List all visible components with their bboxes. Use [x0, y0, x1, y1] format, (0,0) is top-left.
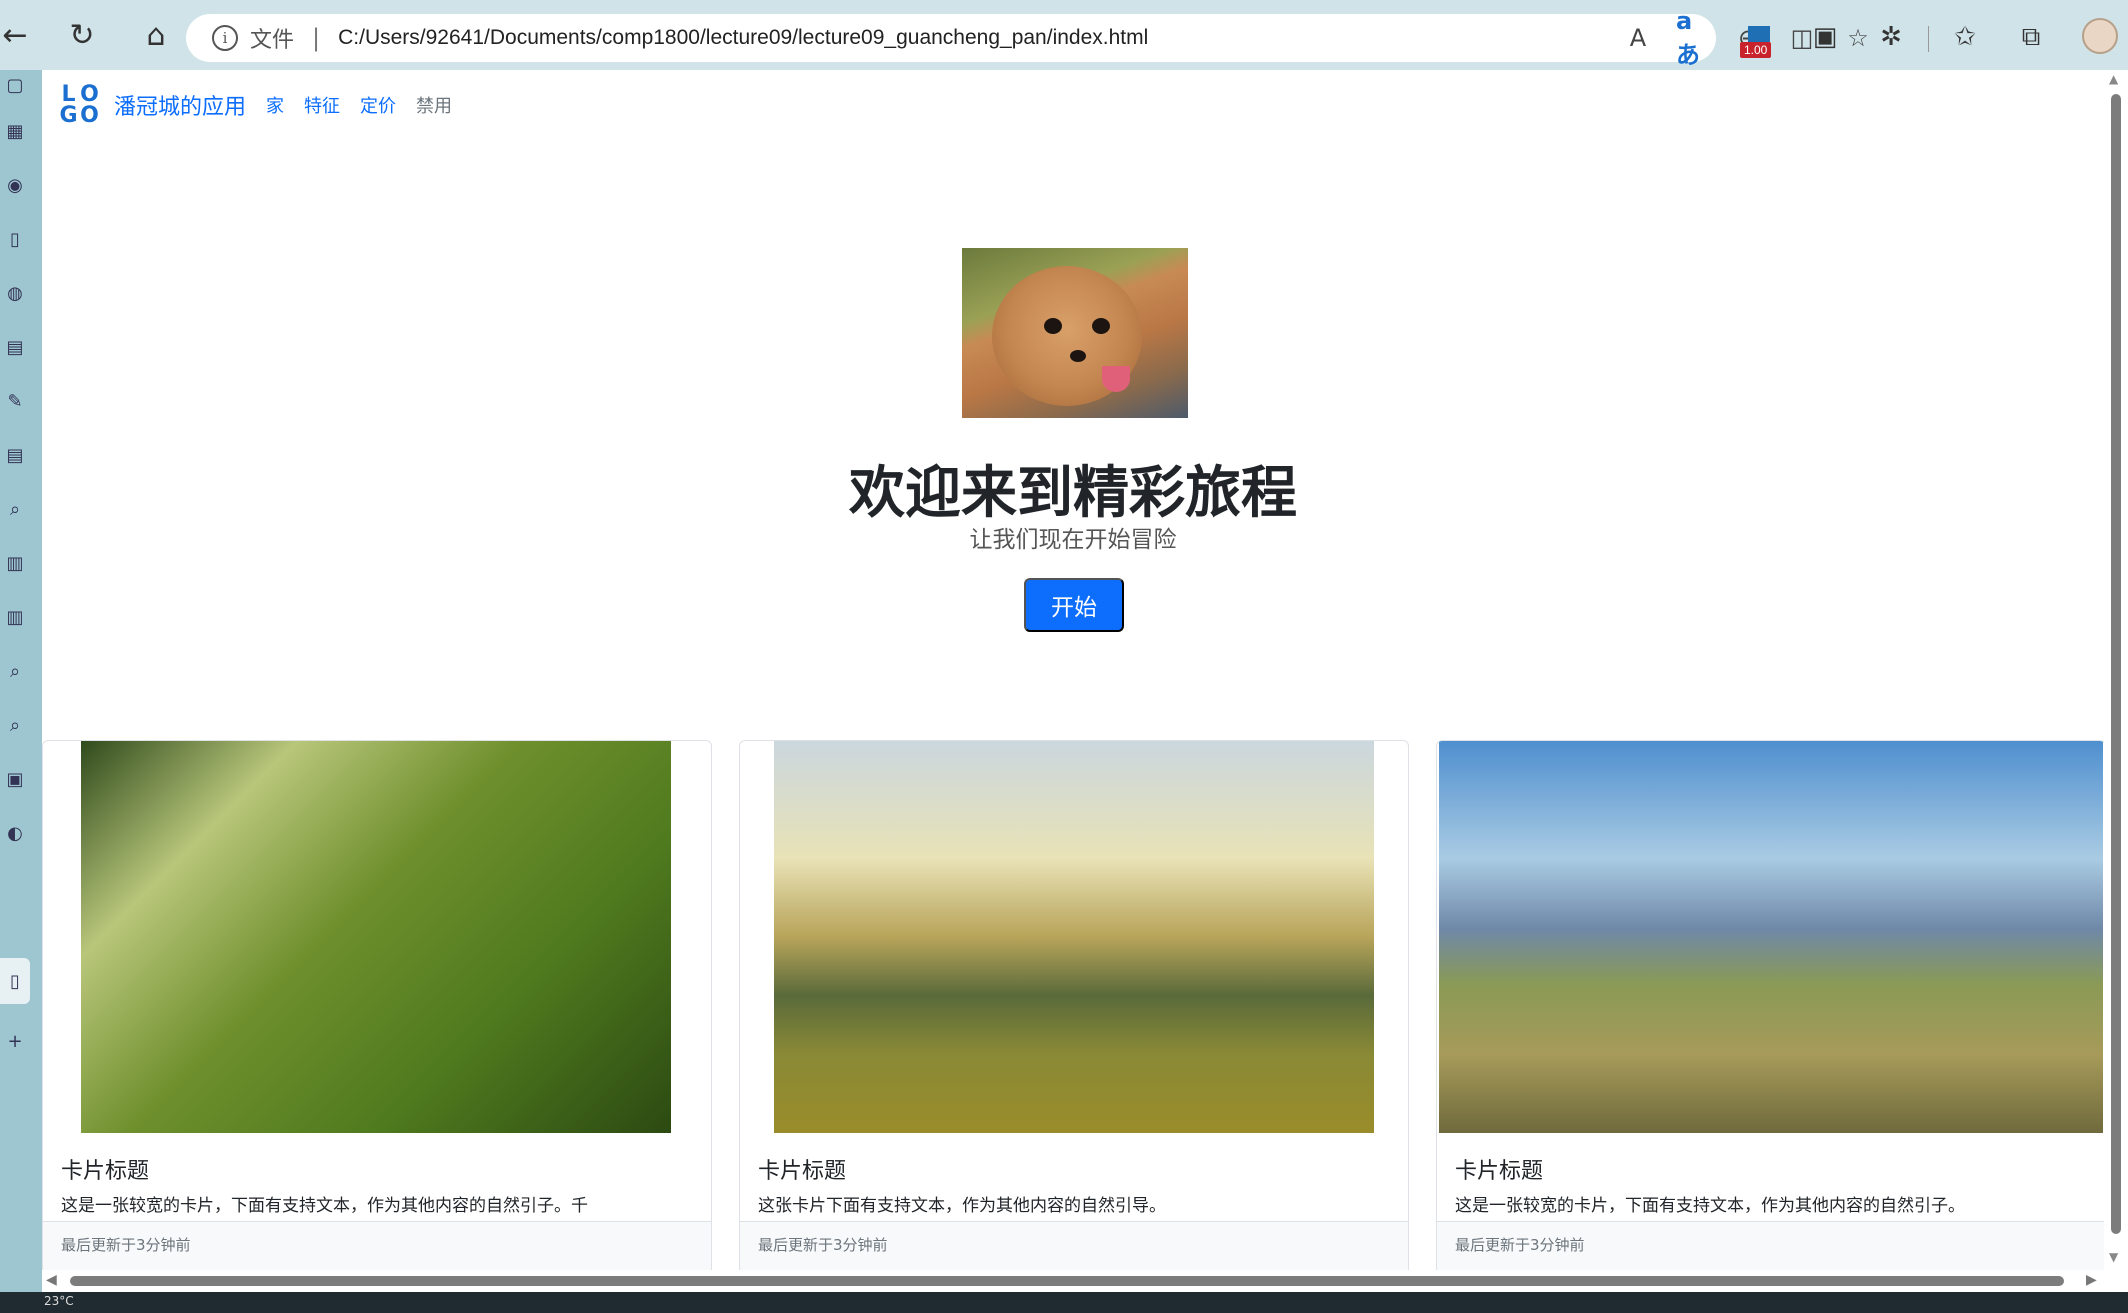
sidebar-chrome-icon[interactable]: ◉ — [0, 170, 30, 200]
sidebar-book-icon-2[interactable]: ▥ — [0, 602, 30, 632]
sidebar-page-icon[interactable]: ▯ — [0, 224, 30, 254]
card: 卡片标题 这是一张较宽的卡片，下面有支持文本，作为其他内容的自然引子。 最后更新… — [1436, 740, 2104, 1270]
card-footer: 最后更新于3分钟前 — [1437, 1221, 2104, 1270]
sidebar-tabs-icon[interactable]: ▢ — [0, 70, 30, 100]
translate-icon[interactable]: aあ — [1676, 7, 1708, 69]
card: 卡片标题 这是一张较宽的卡片，下面有支持文本，作为其他内容的自然引子。千 最后更… — [42, 740, 712, 1270]
scroll-left-icon[interactable]: ◀ — [46, 1272, 57, 1288]
browser-toolbar: ← ↻ ⌂ i 文件 | C:/Users/92641/Documents/co… — [0, 0, 2128, 70]
web-page: L O G O 潘冠城的应用 家 特征 定价 禁用 欢迎来到精彩旅程 让我们现在… — [42, 70, 2104, 1270]
collections-icon[interactable]: ⧉ — [2012, 18, 2050, 56]
logo-icon[interactable]: L O G O — [58, 82, 100, 128]
home-button[interactable]: ⌂ — [134, 13, 178, 57]
card-title: 卡片标题 — [61, 1159, 150, 1184]
read-aloud-icon[interactable]: A — [1622, 22, 1654, 54]
logo-letter: O — [80, 82, 99, 107]
nav-link-features[interactable]: 特征 — [304, 92, 340, 118]
vertical-scroll-thumb[interactable] — [2111, 94, 2121, 1234]
back-button[interactable]: ← — [0, 13, 30, 57]
scroll-right-icon[interactable]: ▶ — [2086, 1272, 2097, 1288]
logo-letter: L — [61, 82, 76, 107]
card-image-mountain-ridge — [1439, 741, 2103, 1133]
navbar: L O G O 潘冠城的应用 家 特征 定价 禁用 — [42, 70, 2104, 140]
card-footer-text: 最后更新于3分钟前 — [61, 1236, 191, 1254]
extensions-puzzle-icon[interactable]: ✲ — [1872, 18, 1910, 56]
hero-dog-image — [962, 248, 1188, 418]
address-separator: | — [312, 24, 321, 52]
file-label: 文件 — [250, 28, 295, 53]
sidebar-search-icon[interactable]: ⌕ — [0, 494, 30, 524]
extension-badge: 1.00 — [1740, 42, 1772, 58]
os-taskbar: 23°C — [0, 1292, 2128, 1313]
back-arrow-icon: ← — [2, 17, 28, 53]
sidebar-search-icon-2[interactable]: ⌕ — [0, 656, 30, 686]
reload-icon: ↻ — [69, 17, 95, 53]
extension-icon[interactable]: ▣ — [1806, 18, 1844, 56]
sidebar-document-icon[interactable]: ▯ — [0, 966, 30, 996]
weather-text[interactable]: 23°C — [44, 1294, 74, 1308]
start-button[interactable]: 开始 — [1024, 578, 1124, 632]
reload-button[interactable]: ↻ — [60, 13, 104, 57]
horizontal-scrollbar[interactable]: ◀ ▶ — [42, 1270, 2128, 1292]
card: 卡片标题 这张卡片下面有支持文本，作为其他内容的自然引导。 最后更新于3分钟前 — [739, 740, 1409, 1270]
scroll-down-icon[interactable]: ▼ — [2109, 1250, 2118, 1264]
sidebar-app-icon-2[interactable]: ▤ — [0, 332, 30, 362]
profile-avatar[interactable] — [2082, 18, 2118, 54]
sidebar-globe-icon[interactable]: ◍ — [0, 278, 30, 308]
sidebar-search-icon-3[interactable]: ⌕ — [0, 710, 30, 740]
favorites-icon[interactable]: ✩ — [1946, 18, 1984, 56]
home-icon: ⌂ — [146, 17, 166, 53]
hero-subtitle: 让我们现在开始冒险 — [969, 527, 1177, 553]
toolbar-divider — [1928, 26, 1929, 52]
logo-letter: O — [80, 103, 99, 128]
sidebar-add-icon[interactable]: + — [0, 1026, 30, 1056]
sidebar-app-icon[interactable]: ▦ — [0, 116, 30, 146]
scroll-up-icon[interactable]: ▲ — [2109, 72, 2118, 86]
add-favorite-icon[interactable]: ☆ — [1842, 22, 1874, 54]
sidebar-pen-icon[interactable]: ✎ — [0, 386, 30, 416]
card-title: 卡片标题 — [1455, 1159, 1544, 1184]
card-footer-text: 最后更新于3分钟前 — [1455, 1236, 1585, 1254]
card-footer: 最后更新于3分钟前 — [740, 1221, 1408, 1270]
vertical-scrollbar[interactable]: ▲ ▼ — [2104, 70, 2128, 1270]
address-bar[interactable]: i 文件 | C:/Users/92641/Documents/comp1800… — [186, 7, 1869, 69]
nav-link-home[interactable]: 家 — [266, 92, 284, 118]
info-icon[interactable]: i — [212, 25, 238, 51]
card-text: 这是一张较宽的卡片，下面有支持文本，作为其他内容的自然引子。 — [1455, 1196, 1965, 1216]
card-footer-text: 最后更新于3分钟前 — [758, 1236, 888, 1254]
card-title: 卡片标题 — [758, 1159, 847, 1184]
nav-link-disabled: 禁用 — [416, 96, 453, 117]
sidebar-red-app-icon[interactable]: ◐ — [0, 818, 30, 848]
card-text: 这是一张较宽的卡片，下面有支持文本，作为其他内容的自然引子。千 — [61, 1196, 588, 1216]
card-footer: 最后更新于3分钟前 — [43, 1221, 711, 1270]
nav-link-pricing[interactable]: 定价 — [360, 92, 396, 118]
brand-link[interactable]: 潘冠城的应用 — [114, 89, 246, 121]
sidebar-app-icon-3[interactable]: ▤ — [0, 440, 30, 470]
sidebar-zhi-icon[interactable]: ▣ — [0, 764, 30, 794]
hero-title: 欢迎来到精彩旅程 — [849, 461, 1297, 526]
browser-sidebar: ▢ ▦ ◉ ▯ ◍ ▤ ✎ ▤ ⌕ ▥ ▥ ⌕ ⌕ ▣ ◐ ▯ + — [0, 70, 42, 1292]
logo-letter: G — [59, 103, 78, 128]
card-text: 这张卡片下面有支持文本，作为其他内容的自然引导。 — [758, 1196, 1166, 1216]
card-image-forest-hiker — [81, 741, 671, 1133]
horizontal-scroll-thumb[interactable] — [70, 1276, 2064, 1286]
card-image-coast-hikers — [774, 741, 1374, 1133]
sidebar-book-icon[interactable]: ▥ — [0, 548, 30, 578]
url-text[interactable]: C:/Users/92641/Documents/comp1800/lectur… — [338, 26, 1148, 50]
